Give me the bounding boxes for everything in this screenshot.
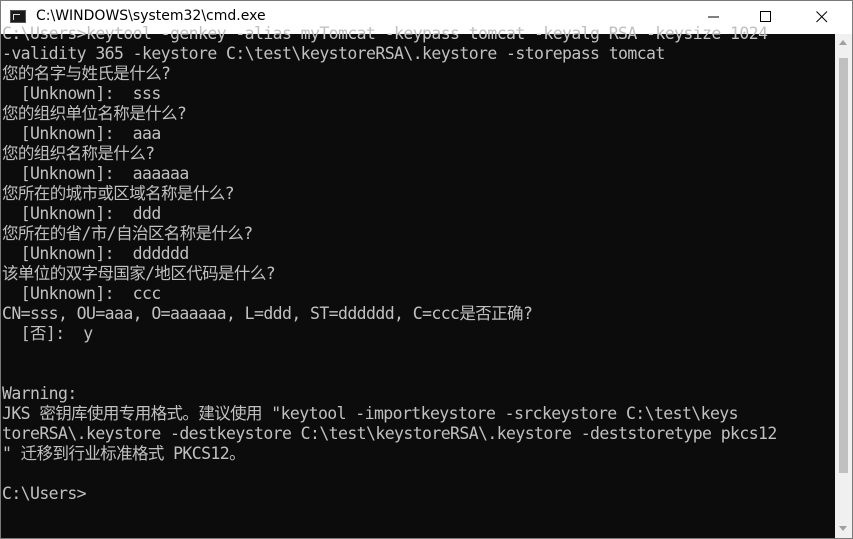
console-line: 您的组织单位名称是什么?	[2, 104, 187, 123]
console-line: Warning:	[2, 384, 77, 403]
console-line: -validity 365 -keystore C:\test\keystore…	[2, 44, 665, 63]
console-line: [Unknown]: aaaaaa	[2, 164, 190, 183]
cmd-window: C:\WINDOWS\system32\cmd.exe C:\Users>key…	[0, 0, 853, 539]
console-line: 您的名字与姓氏是什么?	[2, 64, 171, 83]
scroll-up-icon[interactable]	[839, 40, 847, 45]
console-line: " 迁移到行业标准格式 PKCS12。	[2, 444, 246, 463]
console-line: toreRSA\.keystore -destkeystore C:\test\…	[2, 424, 777, 443]
scroll-thumb[interactable]	[839, 58, 848, 473]
maximize-icon	[760, 11, 771, 22]
console-icon[interactable]	[10, 10, 26, 23]
console-line: [否]: y	[2, 324, 94, 343]
scroll-down-icon[interactable]	[839, 526, 847, 531]
close-icon	[816, 11, 828, 23]
close-button[interactable]	[799, 1, 845, 34]
console-line: CN=sss, OU=aaa, O=aaaaaa, L=ddd, ST=dddd…	[2, 304, 533, 323]
console-line: 您所在的城市或区域名称是什么?	[2, 184, 235, 203]
console-line: [Unknown]: ccc	[2, 284, 162, 303]
vertical-scrollbar[interactable]	[835, 34, 852, 538]
prompt-line: C:\Users>	[2, 484, 87, 503]
console-line: [Unknown]: sss	[2, 84, 162, 103]
console-line: C:\Users>keytool -genkey -alias myTomcat…	[2, 24, 768, 43]
console-output: C:\Users>keytool -genkey -alias myTomcat…	[2, 24, 777, 504]
console-line: 该单位的双字母国家/地区代码是什么?	[2, 264, 276, 283]
console-line: 您的组织名称是什么?	[2, 144, 155, 163]
console-line: 您所在的省/市/自治区名称是什么?	[2, 224, 253, 243]
console-line: [Unknown]: dddddd	[2, 244, 190, 263]
console-line: [Unknown]: aaa	[2, 124, 162, 143]
minimize-icon	[708, 16, 719, 18]
window-title: C:\WINDOWS\system32\cmd.exe	[36, 8, 266, 24]
console-line: [Unknown]: ddd	[2, 204, 162, 223]
console-line: JKS 密钥库使用专用格式。建议使用 "keytool -importkeyst…	[2, 404, 739, 423]
